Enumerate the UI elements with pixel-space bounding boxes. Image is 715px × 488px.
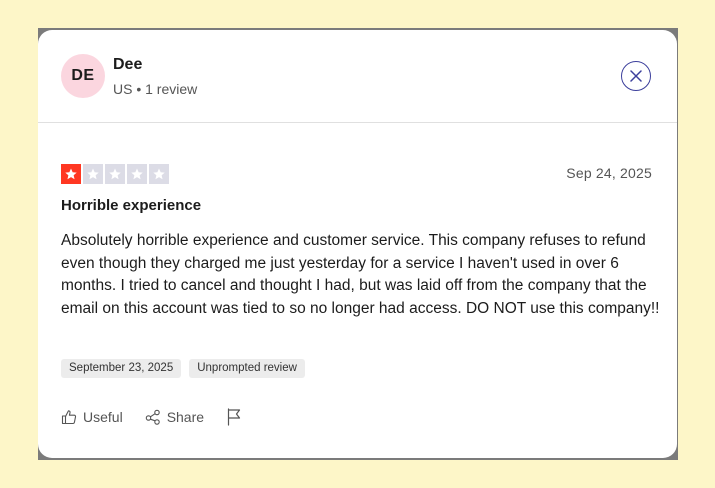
- review-tags: September 23, 2025 Unprompted review: [61, 359, 305, 378]
- thumbs-up-icon: [61, 410, 77, 425]
- star-icon: [153, 168, 165, 180]
- star-icon: [131, 168, 143, 180]
- close-button[interactable]: [621, 61, 651, 91]
- star-empty: [105, 164, 125, 184]
- useful-label: Useful: [83, 409, 123, 425]
- review-title: Horrible experience: [61, 197, 202, 214]
- reviewer-name[interactable]: Dee: [113, 56, 142, 74]
- star-empty: [83, 164, 103, 184]
- review-actions: Useful Share: [61, 408, 242, 426]
- report-button[interactable]: [226, 408, 242, 426]
- review-type-tag: Unprompted review: [189, 359, 305, 378]
- share-button[interactable]: Share: [145, 409, 204, 425]
- experience-date-tag: September 23, 2025: [61, 359, 182, 378]
- review-body: Absolutely horrible experience and custo…: [61, 232, 660, 317]
- review-modal: DE Dee US • 1 review Sep 24, 2025 Horrib…: [38, 30, 677, 458]
- star-filled: [61, 164, 81, 184]
- star-icon: [65, 168, 77, 180]
- share-label: Share: [166, 409, 205, 425]
- useful-button[interactable]: Useful: [61, 409, 123, 425]
- flag-icon: [227, 408, 241, 426]
- avatar: DE: [61, 54, 105, 98]
- close-icon: [630, 70, 642, 82]
- review-date: Sep 24, 2025: [566, 165, 652, 181]
- star-empty: [149, 164, 169, 184]
- star-rating: [61, 164, 169, 184]
- star-icon: [109, 168, 121, 180]
- star-empty: [127, 164, 147, 184]
- share-icon: [145, 409, 160, 425]
- reviewer-header: DE Dee US • 1 review: [38, 30, 677, 123]
- reviewer-meta: US • 1 review: [113, 81, 198, 97]
- page-background: DE Dee US • 1 review Sep 24, 2025 Horrib…: [0, 0, 715, 488]
- star-icon: [87, 168, 99, 180]
